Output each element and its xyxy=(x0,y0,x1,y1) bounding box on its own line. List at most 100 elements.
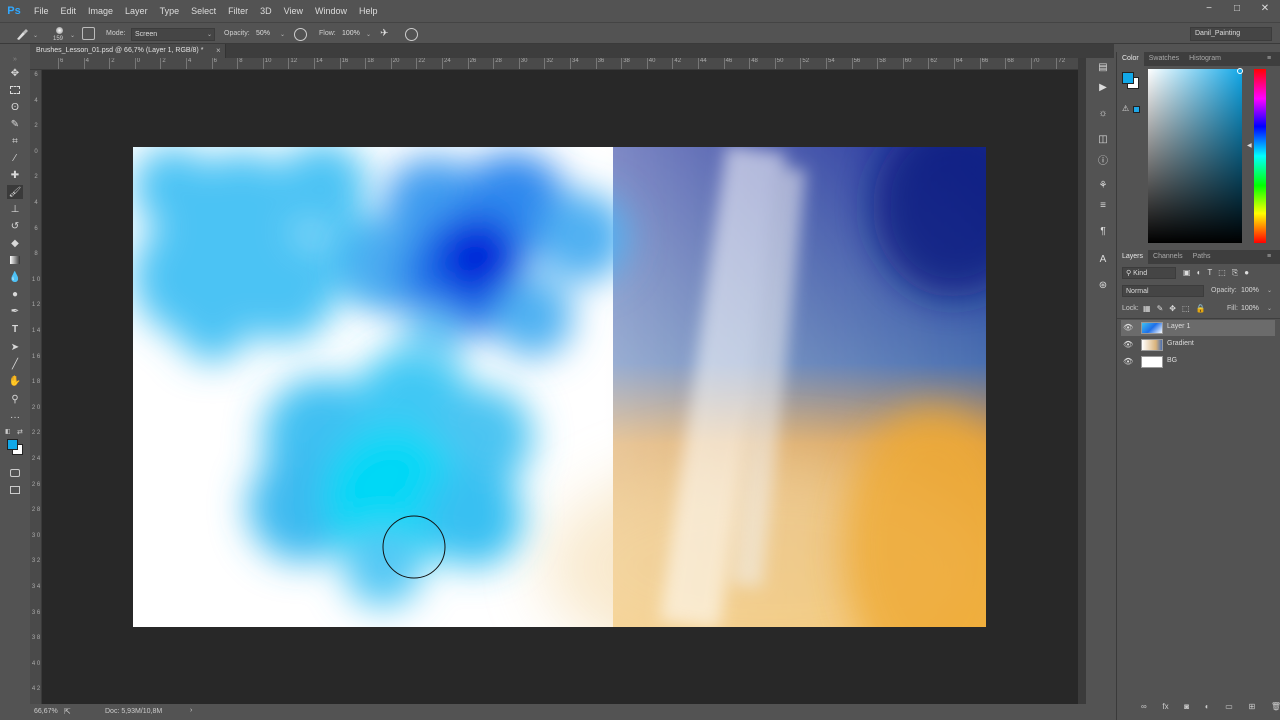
vertical-scrollbar[interactable] xyxy=(1078,58,1086,704)
color-foreground-swatch[interactable] xyxy=(1122,72,1134,84)
default-colors-icon[interactable]: ◧ xyxy=(5,428,11,435)
panel-menu-icon[interactable]: ≡ xyxy=(1267,55,1271,62)
menu-image[interactable]: Image xyxy=(82,6,119,16)
marquee-tool-icon[interactable] xyxy=(7,83,23,97)
tab-layers[interactable]: Layers xyxy=(1117,250,1149,264)
document-tab[interactable]: Brushes_Lesson_01.psd @ 66,7% (Layer 1, … xyxy=(30,44,226,58)
adjustment-layer-icon[interactable]: ◐ xyxy=(1205,702,1210,716)
smart-object-filter-icon[interactable]: ⎘ xyxy=(1232,268,1238,280)
pixel-filter-icon[interactable]: ▣ xyxy=(1183,268,1191,280)
mode-select[interactable]: Screen xyxy=(131,28,215,41)
status-menu-arrow[interactable]: › xyxy=(190,707,192,714)
new-layer-icon[interactable]: ⊞ xyxy=(1248,702,1255,716)
menu-select[interactable]: Select xyxy=(185,6,222,16)
minimize-button[interactable]: − xyxy=(1200,3,1218,14)
move-tool-icon[interactable]: ✥ xyxy=(7,66,23,80)
swap-colors-icon[interactable]: ⇄ xyxy=(17,428,23,436)
blend-mode-select[interactable]: Normal xyxy=(1122,285,1204,297)
screen-mode-icon[interactable] xyxy=(7,483,23,497)
visibility-eye-icon[interactable]: 👁 xyxy=(1123,323,1133,332)
dodge-tool-icon[interactable]: ● xyxy=(7,287,23,301)
lock-all-icon[interactable]: 🔒 xyxy=(1196,304,1206,313)
more-tools-icon[interactable]: ··· xyxy=(7,410,23,424)
gradient-tool-icon[interactable] xyxy=(7,253,23,267)
lasso-tool-icon[interactable]: ʘ xyxy=(7,100,23,114)
brush-tool-icon[interactable]: 🖌 xyxy=(7,185,23,199)
layer-mask-icon[interactable]: ◙ xyxy=(1184,702,1189,716)
menu-help[interactable]: Help xyxy=(353,6,384,16)
chevron-down-icon[interactable]: ⌄ xyxy=(70,32,75,39)
color-field[interactable] xyxy=(1148,69,1242,243)
export-icon[interactable]: ⇱ xyxy=(64,707,71,716)
visibility-eye-icon[interactable]: 👁 xyxy=(1123,357,1133,366)
foreground-color-swatch[interactable] xyxy=(7,439,18,450)
filter-toggle-icon[interactable]: ● xyxy=(1244,268,1249,280)
delete-layer-icon[interactable]: 🗑 xyxy=(1271,702,1280,716)
visibility-eye-icon[interactable]: 👁 xyxy=(1123,340,1133,349)
history-brush-tool-icon[interactable]: ↺ xyxy=(7,219,23,233)
tab-histogram[interactable]: Histogram xyxy=(1184,52,1226,66)
chevron-down-icon[interactable]: ⌄ xyxy=(33,32,38,39)
type-filter-icon[interactable]: T xyxy=(1207,268,1212,280)
pressure-opacity-icon[interactable] xyxy=(294,28,307,41)
chevron-down-icon[interactable]: ⌄ xyxy=(366,31,371,38)
brush-presets-panel-icon[interactable]: ⚘ xyxy=(1096,178,1110,192)
close-tab-icon[interactable]: × xyxy=(216,44,221,58)
blur-tool-icon[interactable]: 💧 xyxy=(7,270,23,284)
gamut-warning-icon[interactable]: ⚠ xyxy=(1122,104,1129,113)
menu-layer[interactable]: Layer xyxy=(119,6,154,16)
tab-channels[interactable]: Channels xyxy=(1148,250,1188,264)
path-selection-tool-icon[interactable]: ➤ xyxy=(7,340,23,354)
hue-slider[interactable] xyxy=(1254,69,1266,243)
menu-type[interactable]: Type xyxy=(154,6,186,16)
close-window-button[interactable]: ✕ xyxy=(1256,3,1274,14)
healing-brush-tool-icon[interactable]: ✚ xyxy=(7,168,23,182)
menu-file[interactable]: File xyxy=(28,6,55,16)
eyedropper-tool-icon[interactable]: ⁄ xyxy=(7,151,23,165)
lock-pixels-icon[interactable]: ✎ xyxy=(1157,304,1164,313)
color-picker-marker[interactable] xyxy=(1237,68,1243,74)
color-swatches[interactable]: ◧ ⇄ xyxy=(5,428,27,458)
web-safe-swatch[interactable] xyxy=(1133,106,1140,113)
lock-artboard-icon[interactable]: ⬚ xyxy=(1182,304,1190,313)
canvas-area[interactable] xyxy=(42,70,1078,704)
menu-window[interactable]: Window xyxy=(309,6,353,16)
clone-stamp-tool-icon[interactable]: ⊥ xyxy=(7,202,23,216)
toolbar-collapse-icon[interactable]: » xyxy=(7,52,23,66)
brush-settings-panel-icon[interactable]: ≡ xyxy=(1096,198,1110,212)
adjustments-panel-icon[interactable]: ☼ xyxy=(1096,106,1110,120)
menu-edit[interactable]: Edit xyxy=(55,6,83,16)
line-tool-icon[interactable]: ╱ xyxy=(7,357,23,371)
paragraph-panel-icon[interactable]: ¶ xyxy=(1096,224,1110,238)
link-layers-icon[interactable]: ∞ xyxy=(1141,702,1147,716)
maximize-button[interactable]: □ xyxy=(1228,3,1246,14)
zoom-tool-icon[interactable]: ⚲ xyxy=(7,392,23,406)
workspace-select[interactable]: Danil_Painting xyxy=(1190,27,1272,41)
layer-row-gradient[interactable]: 👁 Gradient xyxy=(1121,337,1275,353)
3d-panel-icon[interactable]: ⊛ xyxy=(1096,278,1110,292)
quick-mask-icon[interactable] xyxy=(7,466,23,480)
lock-position-icon[interactable]: ✥ xyxy=(1169,304,1176,313)
tab-swatches[interactable]: Swatches xyxy=(1144,52,1184,66)
info-panel-icon[interactable]: ⓘ xyxy=(1096,152,1110,167)
history-panel-icon[interactable]: ▤ xyxy=(1096,60,1110,74)
pen-tool-icon[interactable]: ✒ xyxy=(7,304,23,318)
chevron-down-icon[interactable]: ⌄ xyxy=(1267,285,1272,297)
document-canvas[interactable] xyxy=(133,147,986,627)
layer-row-bg[interactable]: 👁 BG xyxy=(1121,354,1275,370)
lock-transparent-icon[interactable]: ▦ xyxy=(1143,304,1151,313)
adjustment-filter-icon[interactable]: ◐ xyxy=(1197,268,1202,280)
layer-style-icon[interactable]: fx xyxy=(1162,702,1168,716)
actions-panel-icon[interactable]: ▶ xyxy=(1096,80,1110,94)
character-panel-icon[interactable]: A xyxy=(1096,252,1110,266)
eraser-tool-icon[interactable]: ◆ xyxy=(7,236,23,250)
new-group-icon[interactable]: ▭ xyxy=(1225,702,1233,716)
shape-filter-icon[interactable]: ⬚ xyxy=(1218,268,1226,280)
brush-size-picker[interactable]: 159 xyxy=(50,25,70,43)
layer-opacity-input[interactable]: 100% xyxy=(1241,285,1259,297)
layer-filter-select[interactable]: ⚲ Kind xyxy=(1122,267,1176,279)
zoom-level[interactable]: 66,67% xyxy=(34,708,58,715)
menu-filter[interactable]: Filter xyxy=(222,6,254,16)
menu-3d[interactable]: 3D xyxy=(254,6,278,16)
fill-input[interactable]: 100% xyxy=(1241,303,1259,315)
